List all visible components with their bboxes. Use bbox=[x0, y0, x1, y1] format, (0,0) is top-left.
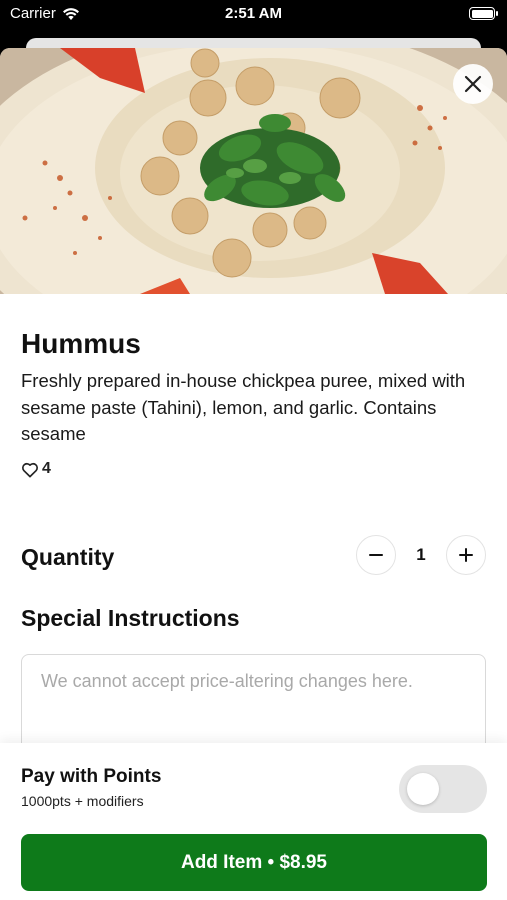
pay-with-points-toggle[interactable] bbox=[399, 765, 487, 813]
item-detail-sheet: Hummus Freshly prepared in-house chickpe… bbox=[0, 48, 507, 900]
pay-with-points-subtitle: 1000pts + modifiers bbox=[21, 793, 144, 809]
checkout-footer: Pay with Points 1000pts + modifiers Add … bbox=[0, 743, 507, 900]
like-count: 4 bbox=[42, 460, 51, 477]
increment-button[interactable] bbox=[446, 535, 486, 575]
special-instructions-label: Special Instructions bbox=[21, 605, 240, 631]
hummus-illustration bbox=[0, 48, 507, 294]
status-bar: Carrier 2:51 AM bbox=[0, 0, 507, 30]
plus-icon bbox=[459, 548, 473, 562]
decrement-button[interactable] bbox=[356, 535, 396, 575]
close-button[interactable] bbox=[453, 64, 493, 104]
heart-icon bbox=[22, 462, 38, 477]
like-button[interactable]: 4 bbox=[21, 460, 51, 478]
add-item-button[interactable]: Add Item • $8.95 bbox=[21, 834, 487, 891]
quantity-stepper: 1 bbox=[356, 535, 486, 575]
close-icon bbox=[464, 75, 482, 93]
minus-icon bbox=[369, 554, 383, 556]
item-title: Hummus bbox=[21, 328, 141, 359]
battery-icon bbox=[469, 7, 498, 20]
item-description: Freshly prepared in-house chickpea puree… bbox=[21, 370, 466, 444]
toggle-knob bbox=[407, 773, 439, 805]
item-photo bbox=[0, 48, 507, 294]
status-time: 2:51 AM bbox=[225, 5, 282, 22]
quantity-label: Quantity bbox=[21, 544, 115, 570]
quantity-value: 1 bbox=[416, 545, 426, 564]
pay-with-points-title: Pay with Points bbox=[21, 766, 162, 787]
